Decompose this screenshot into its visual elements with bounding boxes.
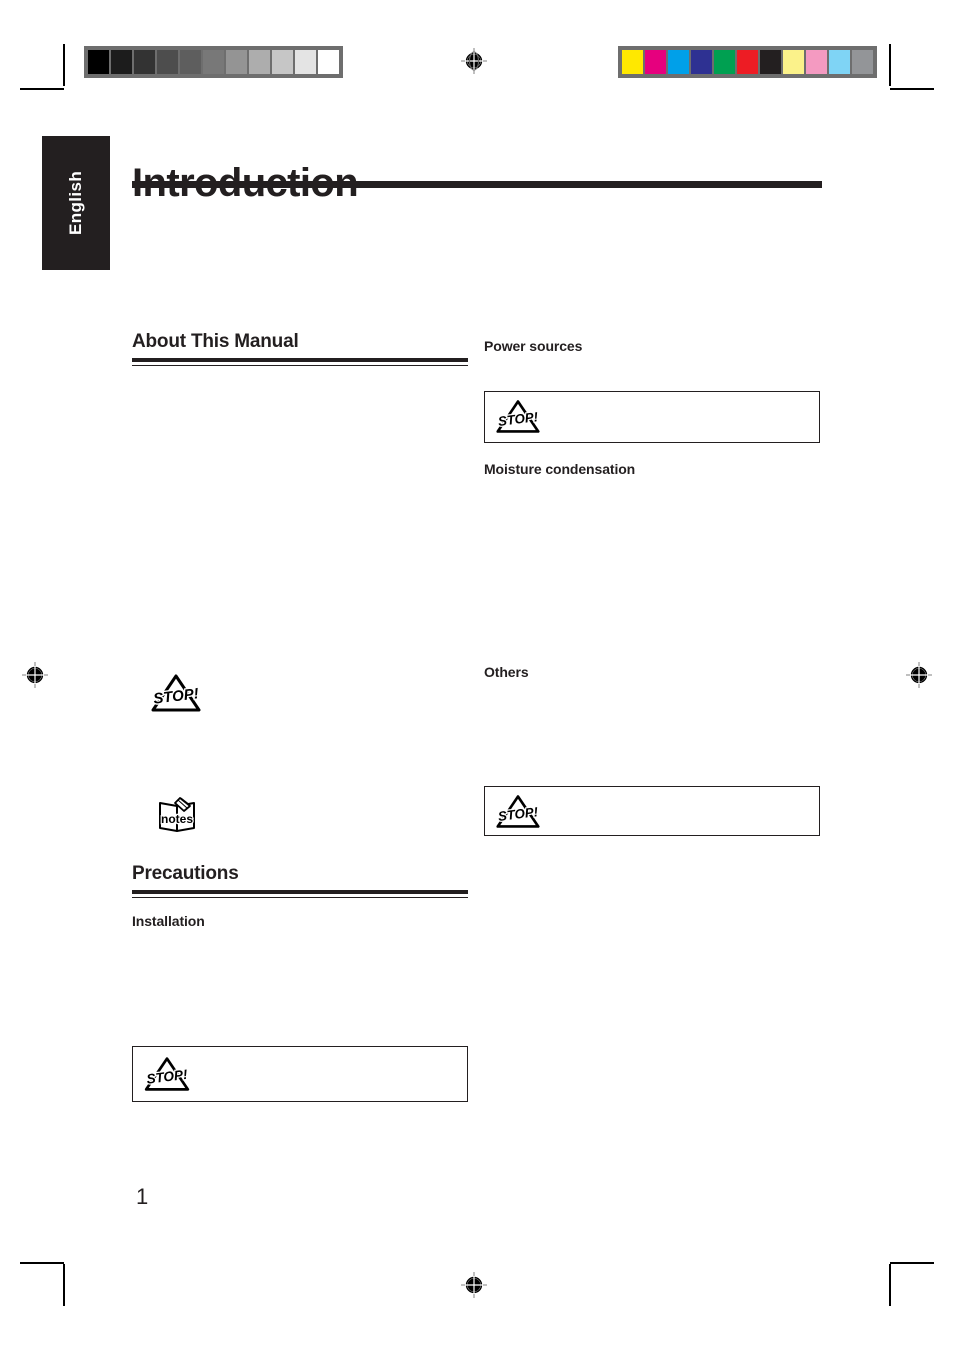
grayscale-swatch-5 xyxy=(203,50,224,74)
callout-stop-about-this-manual: STOP! xyxy=(132,666,468,720)
section-rule-about-this-manual xyxy=(132,357,468,366)
language-tab-label: English xyxy=(66,170,85,236)
section-heading-precautions: Precautions xyxy=(132,862,239,884)
crop-mark-top-right-vertical xyxy=(889,44,891,86)
color-swatch-0 xyxy=(622,50,643,74)
page-number: 1 xyxy=(136,1184,149,1209)
grayscale-swatch-1 xyxy=(111,50,132,74)
color-swatch-9 xyxy=(829,50,850,74)
body-copy-notes-note-1 xyxy=(132,842,468,864)
body-copy-moisture-condensation xyxy=(484,478,820,664)
body-copy-about-this-manual xyxy=(132,366,468,666)
grayscale-swatch-6 xyxy=(226,50,247,74)
right-column: Power sources STOP! Moisture condensatio… xyxy=(484,332,820,837)
grayscale-swatch-3 xyxy=(157,50,178,74)
color-swatch-1 xyxy=(645,50,666,74)
callout-notes-about-this-manual: notes xyxy=(132,790,468,842)
grayscale-swatch-9 xyxy=(295,50,316,74)
callout-box-precautions-stop: STOP! xyxy=(132,1045,468,1102)
document-page: English Introduction About This Manual S… xyxy=(0,0,954,1351)
stop-icon: STOP! xyxy=(144,1056,190,1091)
sub-heading-others: Others xyxy=(484,663,529,680)
grayscale-swatch-2 xyxy=(134,50,155,74)
registration-mark-left-middle xyxy=(22,662,48,688)
color-swatch-2 xyxy=(668,50,689,74)
sub-heading-moisture-condensation: Moisture condensation xyxy=(484,460,636,477)
grayscale-swatch-0 xyxy=(88,50,109,74)
stop-icon: STOP! xyxy=(496,795,541,828)
language-tab: English xyxy=(42,136,110,270)
registration-mark-bottom-center xyxy=(461,1272,487,1298)
registration-mark-top-center xyxy=(461,48,487,74)
crop-mark-bottom-left-horizontal xyxy=(20,1262,64,1264)
left-column: About This Manual STOP! notes Precaution… xyxy=(132,331,468,1102)
body-copy-power-sources xyxy=(484,355,820,391)
grayscale-swatch-4 xyxy=(180,50,201,74)
stop-icon: STOP! xyxy=(496,400,541,434)
grayscale-swatch-7 xyxy=(249,50,270,74)
callout-box-others-stop: STOP! xyxy=(484,786,820,837)
crop-mark-top-left-horizontal xyxy=(20,88,64,90)
color-swatch-7 xyxy=(783,50,804,74)
section-heading-about-this-manual: About This Manual xyxy=(132,331,299,352)
sub-heading-power-sources: Power sources xyxy=(484,338,583,354)
color-swatch-5 xyxy=(737,50,758,74)
crop-mark-top-left-vertical xyxy=(63,44,65,86)
stop-icon: STOP! xyxy=(151,674,201,712)
color-calibration-strip xyxy=(618,46,877,78)
color-swatch-10 xyxy=(852,50,873,74)
title-rule xyxy=(132,181,822,188)
notes-icon: notes xyxy=(159,796,195,832)
body-copy-stop-note-1 xyxy=(132,720,468,790)
crop-mark-bottom-right-horizontal xyxy=(890,1262,934,1264)
body-copy-installation xyxy=(132,930,468,1046)
crop-mark-top-right-horizontal xyxy=(890,88,934,90)
color-swatch-6 xyxy=(760,50,781,74)
color-swatch-3 xyxy=(691,50,712,74)
color-swatch-8 xyxy=(806,50,827,74)
grayscale-swatch-8 xyxy=(272,50,293,74)
grayscale-swatch-10 xyxy=(318,50,339,74)
crop-mark-bottom-right-vertical xyxy=(889,1264,891,1306)
svg-text:notes: notes xyxy=(161,812,193,826)
callout-box-power-sources-stop: STOP! xyxy=(484,390,820,443)
grayscale-calibration-strip xyxy=(84,46,343,78)
color-swatch-4 xyxy=(714,50,735,74)
registration-mark-right-middle xyxy=(906,662,932,688)
sub-heading-installation: Installation xyxy=(132,912,205,929)
section-rule-precautions xyxy=(132,889,468,898)
body-copy-others xyxy=(484,680,820,786)
crop-mark-bottom-left-vertical xyxy=(63,1264,65,1306)
